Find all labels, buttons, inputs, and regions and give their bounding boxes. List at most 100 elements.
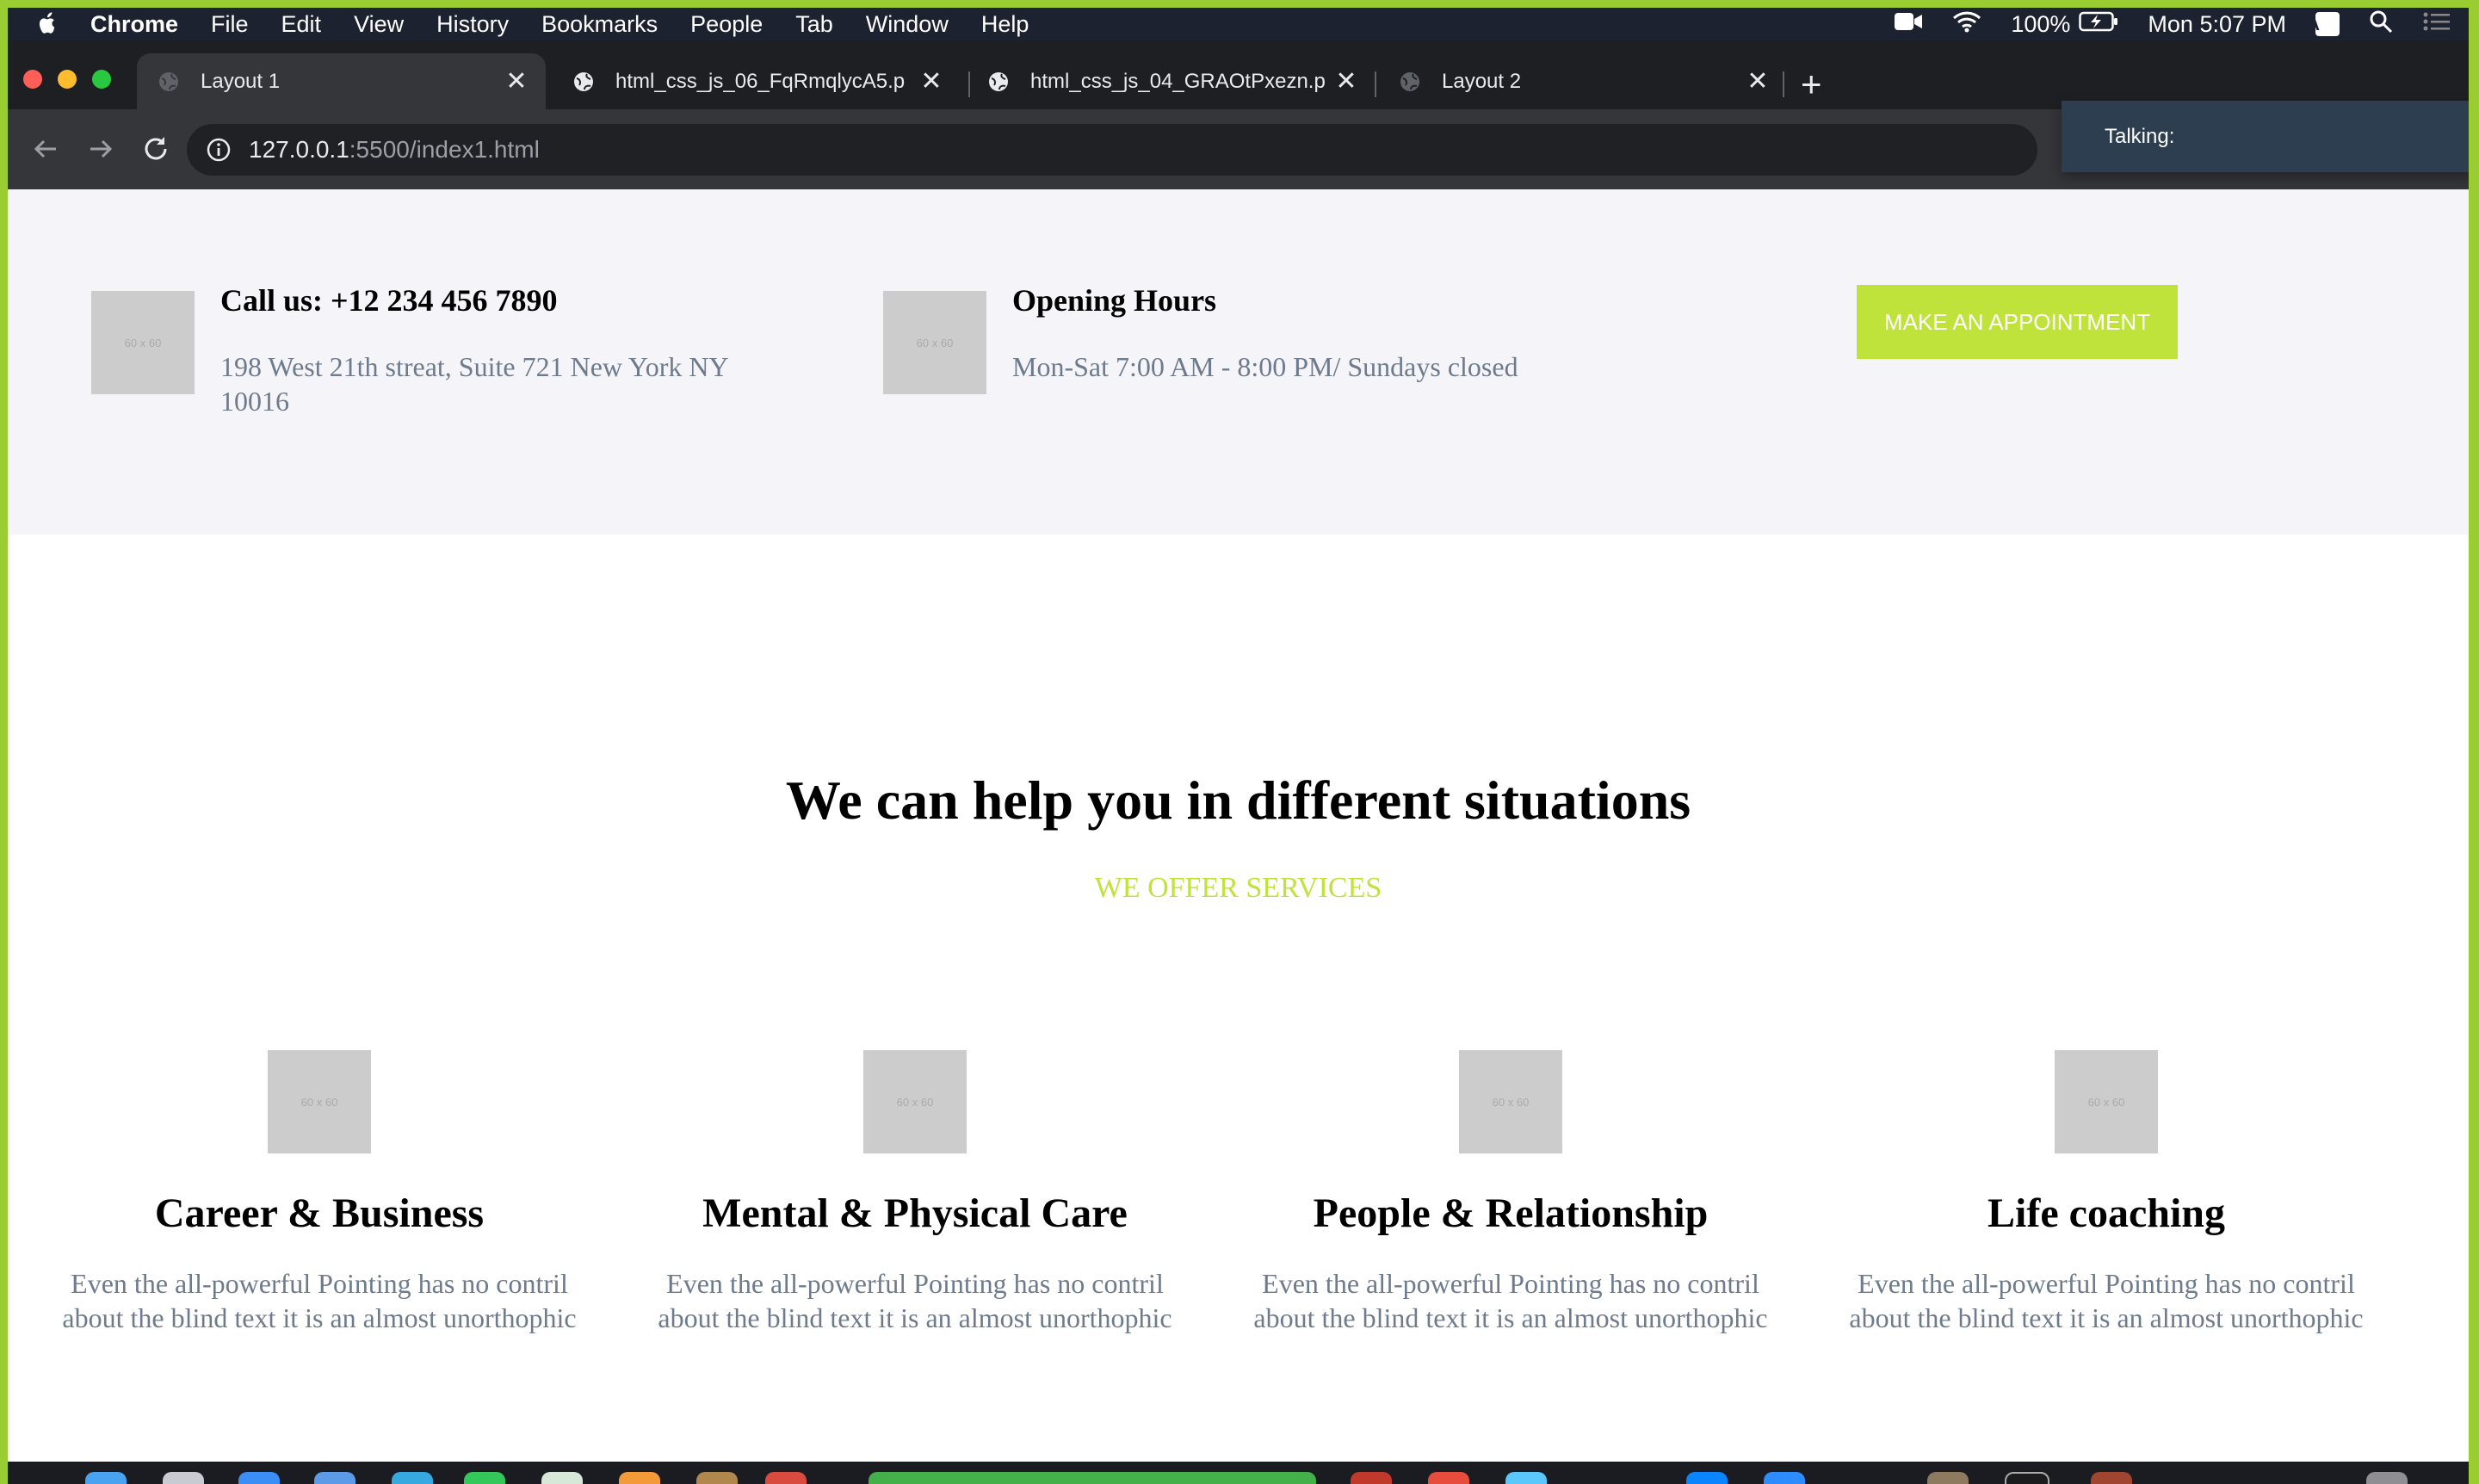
apple-icon[interactable] bbox=[35, 12, 59, 36]
service-card-mental: 60 x 60 Mental & Physical Care Even the … bbox=[640, 1050, 1190, 1335]
forward-arrow-icon[interactable] bbox=[85, 133, 116, 164]
close-tab-icon[interactable]: ✕ bbox=[1740, 66, 1775, 96]
tab-layout-1[interactable]: Layout 1 ✕ bbox=[137, 53, 546, 109]
opening-hours-title: Opening Hours bbox=[1012, 283, 1217, 318]
globe-icon bbox=[159, 71, 178, 91]
messages-icon[interactable] bbox=[392, 1472, 433, 1484]
url-path: :5500/index1.html bbox=[349, 136, 540, 163]
dock-running-apps bbox=[869, 1472, 1316, 1484]
menu-file[interactable]: File bbox=[211, 11, 249, 38]
service-title: Mental & Physical Care bbox=[702, 1190, 1128, 1236]
tab-html-css-js-04[interactable]: html_css_js_04_GRAOtPxezn.p ✕ bbox=[967, 53, 1376, 109]
service-description: Even the all-powerful Pointing has no co… bbox=[1849, 1268, 2364, 1333]
menu-app-name[interactable]: Chrome bbox=[90, 11, 178, 38]
placeholder-label: 60 x 60 bbox=[916, 336, 954, 349]
close-window-button[interactable] bbox=[23, 70, 42, 89]
mail-icon[interactable] bbox=[314, 1472, 355, 1484]
tab-title: Layout 1 bbox=[201, 69, 281, 93]
notification-center-icon[interactable] bbox=[2422, 10, 2451, 39]
tab-separator bbox=[1375, 71, 1376, 97]
launchpad-icon[interactable] bbox=[163, 1472, 204, 1484]
input-source-label: A bbox=[2306, 13, 2320, 34]
services-subheading: WE OFFER SERVICES bbox=[1094, 872, 1382, 904]
service-title: Career & Business bbox=[154, 1190, 485, 1236]
service-image-placeholder: 60 x 60 bbox=[863, 1050, 967, 1153]
menubar-clock[interactable]: Mon 5:07 PM bbox=[2148, 11, 2286, 38]
facetime-icon[interactable] bbox=[464, 1472, 505, 1484]
address-text: 198 West 21th streat, Suite 721 New York… bbox=[220, 351, 728, 417]
menubar-status-area: 100% Mon 5:07 PM A bbox=[1894, 8, 2469, 40]
placeholder-label: 60 x 60 bbox=[300, 1095, 338, 1109]
service-card-coaching: 60 x 60 Life coaching Even the all-power… bbox=[1831, 1050, 2382, 1335]
app-store-icon[interactable] bbox=[1505, 1472, 1547, 1484]
service-card-career: 60 x 60 Career & Business Even the all-p… bbox=[44, 1050, 595, 1335]
minimize-window-button[interactable] bbox=[58, 70, 77, 89]
close-tab-icon[interactable]: ✕ bbox=[499, 66, 534, 96]
close-tab-icon[interactable]: ✕ bbox=[1329, 66, 1363, 96]
document-icon[interactable] bbox=[2091, 1472, 2132, 1484]
site-info-icon[interactable] bbox=[206, 137, 232, 163]
trash-icon[interactable] bbox=[2366, 1472, 2408, 1484]
input-source-icon[interactable]: A bbox=[2306, 12, 2340, 36]
service-description: Even the all-powerful Pointing has no co… bbox=[658, 1268, 1172, 1333]
placeholder-label: 60 x 60 bbox=[2087, 1095, 2125, 1109]
menu-window[interactable]: Window bbox=[866, 11, 949, 38]
service-title: Life coaching bbox=[1988, 1190, 2225, 1236]
news-icon[interactable] bbox=[1428, 1472, 1469, 1484]
talking-label: Talking: bbox=[2105, 124, 2175, 148]
make-appointment-button[interactable]: MAKE AN APPOINTMENT bbox=[1857, 285, 2178, 359]
wifi-icon[interactable] bbox=[1952, 10, 1981, 39]
placeholder-label: 60 x 60 bbox=[896, 1095, 934, 1109]
web-page: 60 x 60 Call us: +12 234 456 7890 198 We… bbox=[8, 189, 2469, 1462]
maps-icon[interactable] bbox=[541, 1472, 583, 1484]
url-host: 127.0.0.1 bbox=[249, 136, 349, 163]
tab-title: Layout 2 bbox=[1442, 69, 1522, 93]
photos-icon[interactable] bbox=[619, 1472, 660, 1484]
browser-tab-strip: Layout 1 ✕ html_css_js_06_FqRmqlycA5.p ✕… bbox=[8, 40, 2469, 109]
music-icon[interactable] bbox=[1351, 1472, 1392, 1484]
preview-icon[interactable] bbox=[1927, 1472, 1969, 1484]
battery-charging-icon[interactable] bbox=[2079, 11, 2118, 38]
tab-title: html_css_js_04_GRAOtPxezn.p bbox=[1030, 69, 1326, 93]
menu-history[interactable]: History bbox=[436, 11, 509, 38]
tab-separator bbox=[1783, 71, 1784, 97]
globe-icon bbox=[989, 71, 1008, 91]
call-us-title: Call us: +12 234 456 7890 bbox=[220, 283, 558, 318]
address-url[interactable]: 127.0.0.1:5500/index1.html bbox=[249, 136, 540, 164]
menu-people[interactable]: People bbox=[690, 11, 763, 38]
vscode-icon[interactable] bbox=[1686, 1472, 1728, 1484]
mac-menubar: Chrome File Edit View History Bookmarks … bbox=[8, 8, 2469, 40]
new-tab-icon[interactable]: + bbox=[1801, 66, 1822, 102]
talking-indicator: Talking: bbox=[2062, 101, 2469, 172]
globe-icon bbox=[1400, 71, 1419, 91]
tab-layout-2[interactable]: Layout 2 ✕ bbox=[1378, 53, 1787, 109]
finder-icon[interactable] bbox=[85, 1472, 127, 1484]
tab-html-css-js-06[interactable]: html_css_js_06_FqRmqlycA5.p ✕ bbox=[552, 53, 961, 109]
globe-icon bbox=[574, 71, 593, 91]
menu-bookmarks[interactable]: Bookmarks bbox=[541, 11, 658, 38]
battery-percent: 100% bbox=[2011, 10, 2071, 37]
zoom-icon[interactable] bbox=[1764, 1472, 1805, 1484]
opening-hours-text: Mon-Sat 7:00 AM - 8:00 PM/ Sundays close… bbox=[1012, 351, 1518, 382]
placeholder-label: 60 x 60 bbox=[124, 336, 162, 349]
menu-help[interactable]: Help bbox=[981, 11, 1029, 38]
maximize-window-button[interactable] bbox=[92, 70, 111, 89]
spotlight-search-icon[interactable] bbox=[2369, 9, 2393, 40]
tab-title: html_css_js_06_FqRmqlycA5.p bbox=[615, 69, 906, 93]
facetime-camera-icon[interactable] bbox=[1894, 10, 1923, 39]
service-description: Even the all-powerful Pointing has no co… bbox=[62, 1268, 577, 1333]
menu-view[interactable]: View bbox=[354, 11, 404, 38]
screen-record-icon[interactable] bbox=[2005, 1472, 2049, 1484]
close-tab-icon[interactable]: ✕ bbox=[914, 66, 949, 96]
menu-tab[interactable]: Tab bbox=[795, 11, 833, 38]
calendar-icon[interactable] bbox=[765, 1472, 807, 1484]
reload-icon[interactable] bbox=[140, 133, 171, 164]
menu-edit[interactable]: Edit bbox=[281, 11, 322, 38]
service-image-placeholder: 60 x 60 bbox=[2055, 1050, 2158, 1153]
back-arrow-icon[interactable] bbox=[30, 133, 61, 164]
address-bar[interactable]: 127.0.0.1:5500/index1.html bbox=[187, 124, 2037, 176]
contacts-icon[interactable] bbox=[696, 1472, 738, 1484]
phone-image-placeholder: 60 x 60 bbox=[91, 291, 195, 394]
safari-icon[interactable] bbox=[238, 1472, 280, 1484]
services-heading: We can help you in different situations bbox=[785, 770, 1691, 831]
